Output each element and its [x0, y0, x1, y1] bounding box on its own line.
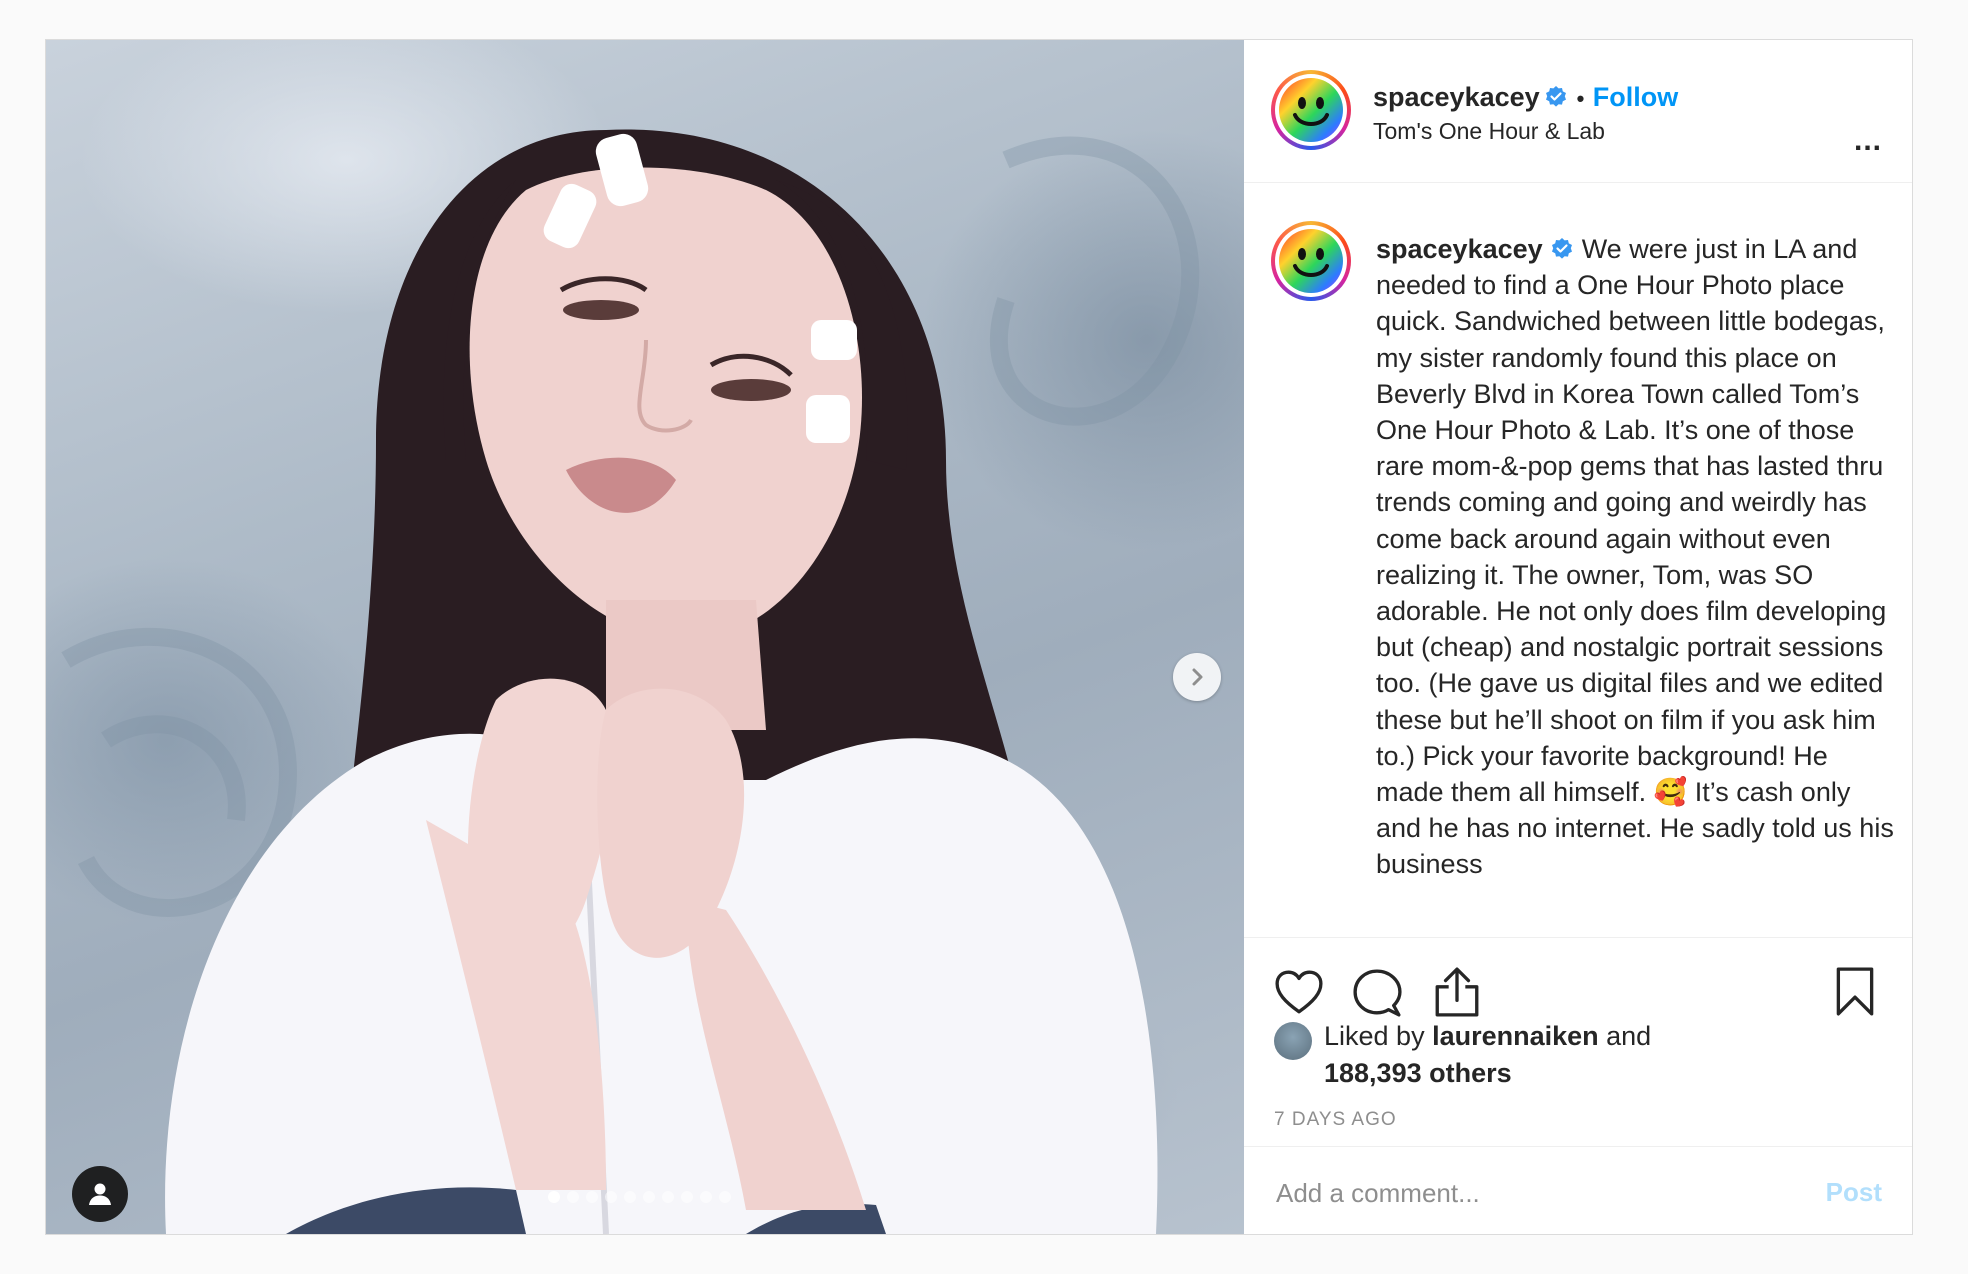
- profile-avatar[interactable]: [1271, 70, 1351, 150]
- caption-username-link[interactable]: spaceykacey: [1376, 234, 1543, 264]
- caption-area: spaceykacey We were just in LA and neede…: [1244, 183, 1912, 938]
- carousel-dot: [700, 1191, 712, 1203]
- likes-count-link[interactable]: 188,393 others: [1324, 1058, 1512, 1088]
- follow-button[interactable]: Follow: [1593, 82, 1678, 112]
- caption-avatar[interactable]: [1271, 221, 1351, 301]
- carousel-dot: [719, 1191, 731, 1203]
- caption-text: spaceykacey We were just in LA and neede…: [1376, 231, 1896, 891]
- carousel-dot: [624, 1191, 636, 1203]
- share-icon[interactable]: [1432, 966, 1482, 1018]
- post-photo[interactable]: [46, 40, 1244, 1234]
- carousel-dot: [681, 1191, 693, 1203]
- carousel-next-button[interactable]: [1173, 653, 1221, 701]
- user-tag-icon: [89, 1183, 111, 1205]
- liker-username-link[interactable]: laurennaiken: [1432, 1021, 1599, 1051]
- post-timestamp[interactable]: 7 DAYS AGO: [1274, 1109, 1397, 1131]
- verified-badge-icon: [1546, 86, 1567, 107]
- carousel-dot: [662, 1191, 674, 1203]
- portrait-image: [61, 129, 1200, 1234]
- liker-avatar[interactable]: [1274, 1022, 1312, 1060]
- post-header: spaceykacey • Follow Tom's One Hour & La…: [1244, 40, 1912, 183]
- carousel-indicator: [548, 1191, 731, 1203]
- post-card: spaceykacey • Follow Tom's One Hour & La…: [45, 39, 1913, 1235]
- post-sidebar: spaceykacey • Follow Tom's One Hour & La…: [1244, 40, 1912, 1234]
- likes-prefix: Liked by: [1324, 1021, 1433, 1051]
- comment-icon[interactable]: [1352, 968, 1402, 1018]
- carousel-dot: [567, 1191, 579, 1203]
- verified-badge-icon: [1552, 238, 1573, 259]
- separator-dot: •: [1576, 86, 1585, 111]
- username-link[interactable]: spaceykacey: [1373, 82, 1540, 112]
- likes-middle: and: [1598, 1021, 1652, 1051]
- chevron-right-icon: [1192, 668, 1203, 686]
- caption-body: We were just in LA and needed to find a …: [1376, 234, 1887, 808]
- heart-icon[interactable]: [1274, 968, 1324, 1018]
- likes-text: Liked by laurennaiken and 188,393 others: [1324, 1018, 1651, 1092]
- carousel-dot: [586, 1191, 598, 1203]
- comment-form: Post: [1244, 1146, 1912, 1234]
- smiley-avatar-icon: [1279, 78, 1343, 142]
- smiley-avatar-icon: [1279, 229, 1343, 293]
- more-icon: ...: [1853, 124, 1882, 157]
- tagged-users-button[interactable]: [72, 1166, 128, 1222]
- post-comment-button[interactable]: Post: [1826, 1177, 1882, 1208]
- carousel-dot: [605, 1191, 617, 1203]
- comment-input[interactable]: [1274, 1167, 1798, 1219]
- more-options-button[interactable]: ...: [1854, 126, 1882, 156]
- bookmark-icon[interactable]: [1834, 966, 1876, 1018]
- location-link[interactable]: Tom's One Hour & Lab: [1373, 118, 1605, 145]
- smiling-hearts-emoji: 🥰: [1653, 777, 1688, 808]
- carousel-dot: [548, 1191, 560, 1203]
- header-title-row: spaceykacey • Follow: [1373, 82, 1678, 113]
- carousel-dot: [643, 1191, 655, 1203]
